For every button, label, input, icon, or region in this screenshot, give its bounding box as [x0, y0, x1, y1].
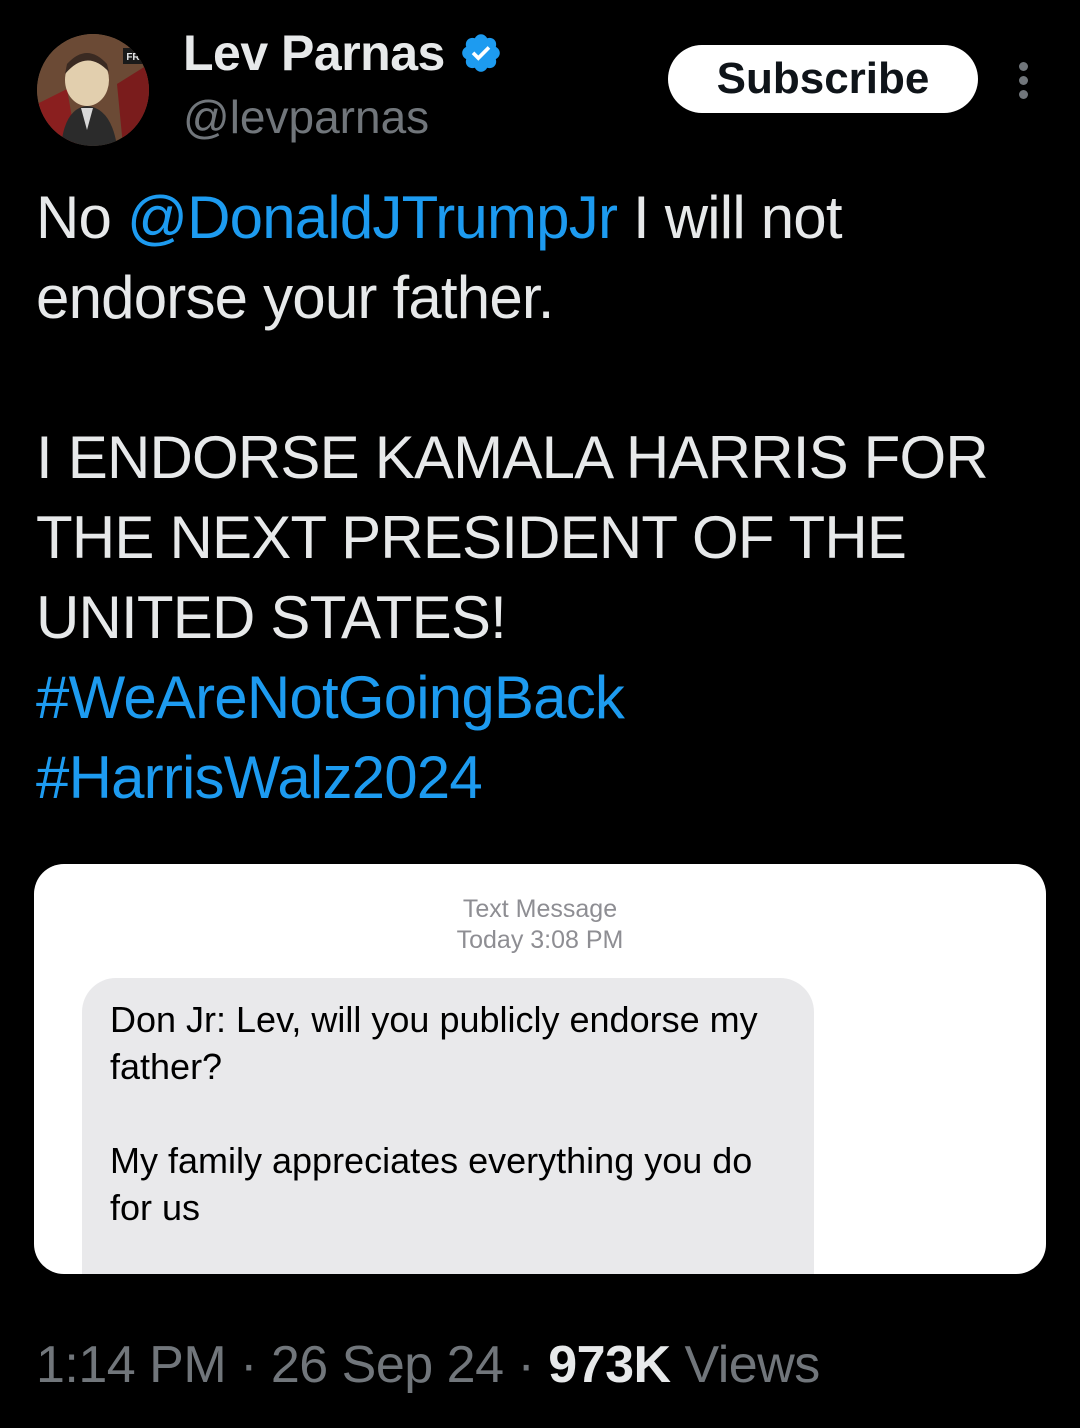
tweet-time[interactable]: 1:14 PM — [36, 1336, 227, 1394]
more-dot — [1019, 90, 1028, 99]
verified-badge-icon[interactable] — [459, 31, 503, 75]
more-dot — [1019, 76, 1028, 85]
message-bubble: Don Jr: Lev, will you publicly endorse m… — [82, 978, 814, 1274]
svg-text:FR: FR — [126, 52, 140, 63]
tweet-text: No @DonaldJTrumpJr I will not endorse yo… — [36, 178, 1046, 818]
message-paragraph: My family appreciates everything you do … — [110, 1140, 753, 1228]
views-count: 973K — [548, 1336, 671, 1394]
meta-separator: · — [517, 1336, 535, 1394]
message-paragraph: Don Jr: Lev, will you publicly endorse m… — [110, 999, 758, 1087]
avatar-image: FR — [37, 34, 149, 146]
tweet-header: FR Lev Parnas @levparnas Subscribe — [0, 0, 1080, 160]
mention-link[interactable]: @DonaldJTrumpJr — [127, 184, 618, 251]
tweet-text-prefix: No — [36, 184, 127, 251]
subscribe-button[interactable]: Subscribe — [668, 45, 978, 113]
message-header-time: Today 3:08 PM — [456, 926, 624, 954]
tweet-meta: 1:14 PM · 26 Sep 24 · 973K Views — [36, 1330, 820, 1400]
message-header: Text Message Today 3:08 PM — [34, 894, 1046, 956]
author-handle[interactable]: @levparnas — [183, 90, 429, 144]
more-vertical-icon[interactable] — [1010, 60, 1038, 100]
more-dot — [1019, 62, 1028, 71]
message-header-title: Text Message — [462, 895, 618, 923]
author-name-row: Lev Parnas — [183, 22, 503, 84]
hashtag-link[interactable]: #HarrisWalz2024 — [36, 738, 1046, 818]
tweet-endorsement: I ENDORSE KAMALA HARRIS FOR THE NEXT PRE… — [36, 424, 989, 651]
tweet-date[interactable]: 26 Sep 24 — [271, 1336, 504, 1394]
media-card[interactable]: Text Message Today 3:08 PM Don Jr: Lev, … — [34, 864, 1046, 1274]
views-label: Views — [684, 1336, 821, 1394]
hashtag-link[interactable]: #WeAreNotGoingBack — [36, 658, 1046, 738]
tweet-opening: No @DonaldJTrumpJr I will not endorse yo… — [36, 178, 1046, 338]
author-avatar[interactable]: FR — [37, 34, 149, 146]
meta-separator: · — [240, 1336, 257, 1394]
author-name[interactable]: Lev Parnas — [183, 24, 445, 82]
